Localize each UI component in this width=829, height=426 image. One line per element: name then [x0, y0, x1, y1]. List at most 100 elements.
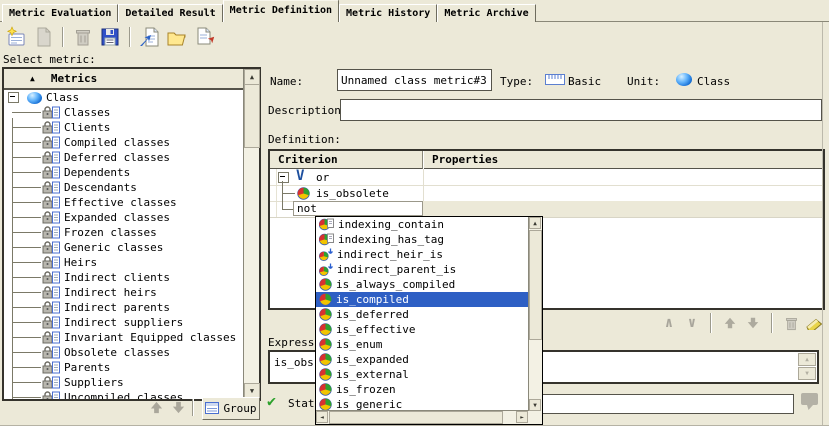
metric-tree-item[interactable]: Indirect parents: [4, 300, 244, 315]
dropdown-vertical-scrollbar[interactable]: ▲ ▼: [528, 217, 542, 411]
scroll-left-icon[interactable]: ◄: [316, 411, 328, 423]
metric-tree-item[interactable]: Clients: [4, 120, 244, 135]
scrollbar-thumb[interactable]: [329, 411, 503, 424]
dropdown-item-is_effective[interactable]: is_effective: [316, 322, 529, 337]
type-label: Type:: [500, 75, 533, 88]
import-metrics-button[interactable]: [138, 25, 162, 49]
separator: [192, 399, 194, 416]
duplicate-metric-button[interactable]: [31, 25, 55, 49]
collapse-icon[interactable]: [8, 92, 19, 103]
metric-lock-page-icon: [42, 316, 60, 329]
criterion-label: or: [316, 171, 329, 184]
metric-tree-item[interactable]: Deferred classes: [4, 150, 244, 165]
dropdown-item-is_expanded[interactable]: is_expanded: [316, 352, 529, 367]
move-criterion-up-button[interactable]: [721, 314, 739, 332]
scroll-up-icon[interactable]: ▲: [529, 217, 541, 229]
metric-tree-item[interactable]: Indirect suppliers: [4, 315, 244, 330]
scroll-down-icon[interactable]: ▼: [529, 399, 541, 411]
metric-tree-root[interactable]: Class: [4, 90, 244, 105]
collapse-icon[interactable]: [278, 172, 289, 183]
scroll-right-icon[interactable]: ►: [516, 411, 528, 423]
metric-tree-item[interactable]: Compiled classes: [4, 135, 244, 150]
metric-tree-item[interactable]: Suppliers: [4, 375, 244, 390]
dropdown-item-is_compiled[interactable]: is_compiled: [316, 292, 529, 307]
tab-metric-evaluation[interactable]: Metric Evaluation: [2, 4, 118, 22]
move-metric-down-button[interactable]: [169, 399, 187, 416]
dropdown-item-indirect_parent_is[interactable]: indirect_parent_is: [316, 262, 529, 277]
name-input[interactable]: [337, 69, 492, 91]
comment-bubble-icon[interactable]: [799, 391, 821, 411]
tab-detailed-result[interactable]: Detailed Result: [118, 4, 222, 22]
erase-definition-button[interactable]: [805, 314, 823, 332]
metric-lock-page-icon: [42, 166, 60, 179]
metric-tree-item[interactable]: Frozen classes: [4, 225, 244, 240]
save-metric-button[interactable]: [98, 25, 122, 49]
open-metric-file-button[interactable]: [165, 25, 189, 49]
criterion-pie-doc-icon: [319, 218, 334, 231]
metric-lock-page-icon: [42, 271, 60, 284]
and-operator-button[interactable]: ∧: [660, 314, 678, 332]
move-criterion-down-button[interactable]: [744, 314, 762, 332]
metric-tree-item[interactable]: Parents: [4, 360, 244, 375]
dropdown-item-indirect_heir_is[interactable]: indirect_heir_is: [316, 247, 529, 262]
dropdown-item-is_always_compiled[interactable]: is_always_compiled: [316, 277, 529, 292]
dropdown-item-is_frozen[interactable]: is_frozen: [316, 382, 529, 397]
metric-tree-item[interactable]: Effective classes: [4, 195, 244, 210]
scroll-up-icon[interactable]: ▲: [244, 69, 260, 85]
type-value: Basic: [568, 75, 601, 88]
dropdown-item-label: is_always_compiled: [336, 278, 455, 291]
dropdown-item-is_enum[interactable]: is_enum: [316, 337, 529, 352]
metric-item-label: Deferred classes: [64, 151, 170, 164]
dropdown-horizontal-scrollbar[interactable]: ◄ ►: [316, 410, 529, 424]
metric-tree-item[interactable]: Descendants: [4, 180, 244, 195]
arrow-down-icon: [171, 400, 186, 415]
or-operator-button[interactable]: ∨: [683, 314, 701, 332]
delete-criterion-button[interactable]: [782, 314, 800, 332]
new-metric-button[interactable]: [4, 25, 28, 49]
panel-edge: [822, 22, 823, 426]
criterion-pie-icon: [319, 293, 332, 306]
metric-tree-item[interactable]: Heirs: [4, 255, 244, 270]
metric-tree-item[interactable]: Obsolete classes: [4, 345, 244, 360]
arrow-up-icon: [149, 400, 164, 415]
scrollbar-thumb[interactable]: [244, 84, 260, 148]
dropdown-item-label: indexing_contain: [338, 218, 444, 231]
description-input[interactable]: [340, 99, 822, 121]
criterion-edit-cell[interactable]: not: [293, 201, 423, 216]
criterion-toolbar: ∧∨: [660, 313, 823, 333]
export-metrics-button[interactable]: [192, 25, 216, 49]
spin-down-icon[interactable]: ▼: [798, 367, 816, 380]
metric-lock-page-icon: [42, 181, 60, 194]
metric-item-label: Parents: [64, 361, 110, 374]
metric-item-label: Invariant Equipped classes: [64, 331, 236, 344]
tab-metric-definition[interactable]: Metric Definition: [223, 0, 339, 22]
group-toggle-button[interactable]: Group: [202, 397, 260, 420]
tab-metric-archive[interactable]: Metric Archive: [437, 4, 535, 22]
criterion-row-is-obsolete[interactable]: is_obsolete: [270, 185, 823, 202]
dropdown-item-indexing_has_tag[interactable]: indexing_has_tag: [316, 232, 529, 247]
metric-tree-item[interactable]: Expanded classes: [4, 210, 244, 225]
criterion-pie-arrow-icon: [319, 263, 333, 276]
column-header-properties[interactable]: Properties: [424, 151, 823, 169]
metric-list-header[interactable]: ▲ Metrics: [4, 69, 244, 90]
criterion-pie-icon: [319, 278, 332, 291]
metric-tree-item[interactable]: Indirect clients: [4, 270, 244, 285]
move-metric-up-button[interactable]: [147, 399, 165, 416]
delete-metric-button[interactable]: [71, 25, 95, 49]
tab-metric-history[interactable]: Metric History: [339, 4, 437, 22]
metric-lock-page-icon: [42, 151, 60, 164]
spin-up-icon[interactable]: ▲: [798, 353, 816, 366]
metric-tree-item[interactable]: Dependents: [4, 165, 244, 180]
column-header-criterion[interactable]: Criterion: [270, 151, 423, 169]
dropdown-item-is_external[interactable]: is_external: [316, 367, 529, 382]
dropdown-item-indexing_contain[interactable]: indexing_contain: [316, 217, 529, 232]
dropdown-item-is_generic[interactable]: is_generic: [316, 397, 529, 411]
metric-tree-item[interactable]: Classes: [4, 105, 244, 120]
metric-list-scrollbar[interactable]: ▲ ▼: [243, 69, 259, 399]
criterion-row-or[interactable]: V or: [270, 169, 823, 186]
metric-tree-item[interactable]: Invariant Equipped classes: [4, 330, 244, 345]
metric-tree-item[interactable]: Indirect heirs: [4, 285, 244, 300]
metric-tree-item[interactable]: Generic classes: [4, 240, 244, 255]
dropdown-item-is_deferred[interactable]: is_deferred: [316, 307, 529, 322]
scrollbar-thumb[interactable]: [529, 230, 542, 340]
